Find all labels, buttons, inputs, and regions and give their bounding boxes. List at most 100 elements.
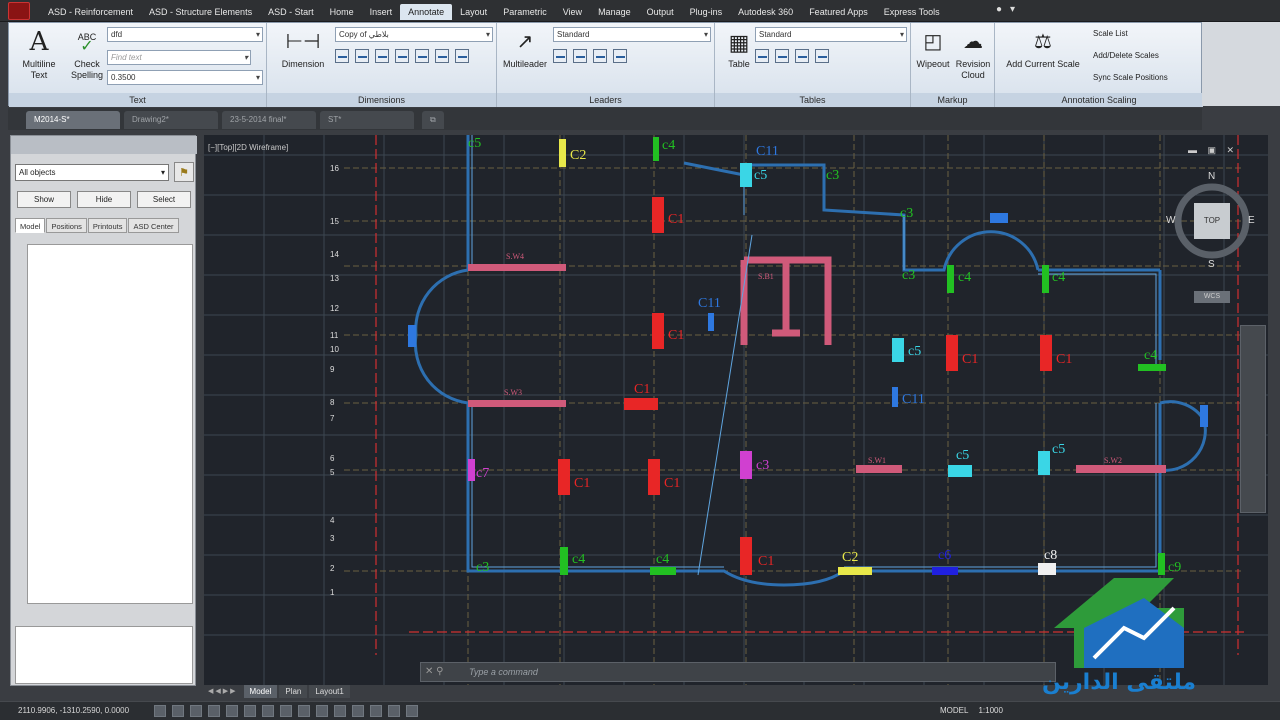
text-height-combo[interactable]: 0.3500 bbox=[107, 70, 263, 85]
tab-asd-reinforcement[interactable]: ASD - Reinforcement bbox=[40, 4, 141, 20]
check-spelling-button[interactable]: ABC ✓ Check Spelling bbox=[67, 27, 107, 81]
doc-tab-final[interactable]: 23-5-2014 final* bbox=[222, 111, 316, 129]
align-leader-icon[interactable] bbox=[593, 49, 607, 63]
multileader-button[interactable]: ↗ Multileader bbox=[501, 27, 549, 70]
multileader-style-combo[interactable]: Standard bbox=[553, 27, 711, 42]
tab-asd-start[interactable]: ASD - Start bbox=[260, 4, 322, 20]
tab-asd-structure-elements[interactable]: ASD - Structure Elements bbox=[141, 4, 260, 20]
tab-parametric[interactable]: Parametric bbox=[495, 4, 555, 20]
tab-home[interactable]: Home bbox=[322, 4, 362, 20]
new-tab-icon[interactable]: ⧉ bbox=[422, 111, 444, 129]
dimension-button[interactable]: ⊢⊣ Dimension bbox=[279, 27, 327, 70]
otrack-icon[interactable] bbox=[280, 705, 292, 717]
dyn-icon[interactable] bbox=[316, 705, 328, 717]
tab-plug-ins[interactable]: Plug-ins bbox=[682, 4, 731, 20]
snap-icon[interactable] bbox=[172, 705, 184, 717]
polar-icon[interactable] bbox=[226, 705, 238, 717]
add-leader-icon[interactable] bbox=[553, 49, 567, 63]
dim-quick-icon[interactable] bbox=[355, 49, 369, 63]
column-c1-r2[interactable] bbox=[1040, 335, 1052, 371]
markup-panel-label[interactable]: Markup bbox=[911, 93, 994, 107]
column-c3-mid[interactable] bbox=[740, 451, 752, 479]
quick-properties-icon[interactable] bbox=[370, 705, 382, 717]
add-delete-scales-button[interactable]: Add/Delete Scales bbox=[1093, 51, 1159, 60]
tab-output[interactable]: Output bbox=[639, 4, 682, 20]
shear-wall-w3[interactable] bbox=[468, 400, 566, 407]
download-source-icon[interactable] bbox=[795, 49, 809, 63]
model-space-toggle[interactable]: MODEL bbox=[940, 706, 968, 715]
command-input[interactable]: Type a command bbox=[469, 667, 538, 677]
doc-tab-st[interactable]: ST* bbox=[320, 111, 414, 129]
compass-s[interactable]: S bbox=[1208, 259, 1215, 270]
doc-tab-m2014[interactable]: M2014-S* bbox=[26, 111, 120, 129]
object-filter-combo[interactable]: All objects bbox=[15, 164, 169, 181]
revision-cloud-button[interactable]: ☁ Revision Cloud bbox=[953, 27, 993, 81]
show-button[interactable]: Show bbox=[17, 191, 71, 208]
multiline-text-button[interactable]: A Multiline Text bbox=[15, 27, 63, 81]
tab-express-tools[interactable]: Express Tools bbox=[876, 4, 948, 20]
tab-view[interactable]: View bbox=[555, 4, 590, 20]
viewport-controls-label[interactable]: [−][Top][2D Wireframe] bbox=[208, 143, 288, 152]
ribbon-dropdown-icon[interactable]: ▾ bbox=[1010, 4, 1015, 15]
object-properties-box[interactable] bbox=[15, 626, 193, 684]
ribbon-minimize-icon[interactable]: ● bbox=[996, 4, 1002, 15]
shear-wall-w4[interactable] bbox=[468, 264, 566, 271]
annotation-scale[interactable]: 1:1000 bbox=[978, 706, 1002, 715]
find-text-input[interactable]: Find text bbox=[107, 50, 251, 65]
leaders-panel-label[interactable]: Leaders bbox=[497, 93, 714, 107]
dim-update-icon[interactable] bbox=[455, 49, 469, 63]
add-current-scale-button[interactable]: ⚖ Add Current Scale bbox=[1001, 27, 1085, 70]
dimensions-panel-label[interactable]: Dimensions bbox=[267, 93, 496, 107]
transparency-icon[interactable] bbox=[352, 705, 364, 717]
viewport-window-controls[interactable]: ▬ ▣ ✕ bbox=[1188, 145, 1238, 156]
dim-continue-icon[interactable] bbox=[335, 49, 349, 63]
shear-wall-w1[interactable] bbox=[856, 465, 902, 473]
table-button[interactable]: ▦ Table bbox=[719, 27, 759, 70]
filter-icon[interactable]: ⚑ bbox=[174, 162, 194, 182]
select-button[interactable]: Select bbox=[137, 191, 191, 208]
wcs-menu[interactable]: WCS bbox=[1194, 291, 1230, 303]
text-style-combo[interactable]: dfd bbox=[107, 27, 263, 42]
column-c4-b2[interactable] bbox=[650, 567, 676, 575]
column-c6[interactable] bbox=[932, 567, 958, 575]
column-c4-top[interactable] bbox=[653, 137, 659, 161]
sync-scale-positions-button[interactable]: Sync Scale Positions bbox=[1093, 73, 1168, 82]
tab-positions[interactable]: Positions bbox=[46, 218, 87, 233]
column-c1-e[interactable] bbox=[648, 459, 660, 495]
model-object-list[interactable] bbox=[27, 244, 193, 604]
tab-printouts[interactable]: Printouts bbox=[87, 218, 128, 233]
tab-insert[interactable]: Insert bbox=[362, 4, 401, 20]
column-c1-d[interactable] bbox=[558, 459, 570, 495]
application-menu-button[interactable] bbox=[8, 2, 30, 20]
wipeout-button[interactable]: ◰ Wipeout bbox=[913, 27, 953, 70]
command-close-icon[interactable]: ✕ ⚲ bbox=[425, 666, 443, 677]
column-c1-f[interactable] bbox=[740, 537, 752, 575]
infer-constraints-icon[interactable] bbox=[154, 705, 166, 717]
osnap-icon[interactable] bbox=[244, 705, 256, 717]
extract-data-icon[interactable] bbox=[755, 49, 769, 63]
viewcube-top-face[interactable]: TOP bbox=[1194, 203, 1230, 239]
column-c4-r1[interactable] bbox=[947, 265, 954, 293]
column-c11-r[interactable] bbox=[892, 387, 898, 407]
shear-wall-w2[interactable] bbox=[1076, 465, 1166, 473]
viewcube[interactable]: N S E W TOP WCS bbox=[1166, 171, 1255, 303]
command-line[interactable]: ✕ ⚲ Type a command bbox=[420, 662, 1056, 682]
dim-inspect-icon[interactable] bbox=[435, 49, 449, 63]
column-c5-mid[interactable] bbox=[892, 338, 904, 362]
doc-tab-drawing2[interactable]: Drawing2* bbox=[124, 111, 218, 129]
ducs-icon[interactable] bbox=[298, 705, 310, 717]
column-c4-r3[interactable] bbox=[1138, 364, 1166, 371]
column-right-curve[interactable] bbox=[1200, 405, 1208, 427]
tab-layout[interactable]: Layout bbox=[452, 4, 495, 20]
tab-autodesk-360[interactable]: Autodesk 360 bbox=[730, 4, 801, 20]
column-c2-top[interactable] bbox=[559, 139, 566, 167]
grid-icon[interactable] bbox=[190, 705, 202, 717]
remove-leader-icon[interactable] bbox=[573, 49, 587, 63]
hide-button[interactable]: Hide bbox=[77, 191, 131, 208]
tab-featured-apps[interactable]: Featured Apps bbox=[801, 4, 876, 20]
layout-nav-arrows-icon[interactable]: ◀◀▶▶ bbox=[204, 685, 242, 698]
tab-annotate[interactable]: Annotate bbox=[400, 4, 453, 20]
column-c4-b1[interactable] bbox=[560, 547, 568, 575]
column-c7[interactable] bbox=[468, 459, 475, 481]
stair-beam-b1[interactable] bbox=[740, 256, 832, 345]
